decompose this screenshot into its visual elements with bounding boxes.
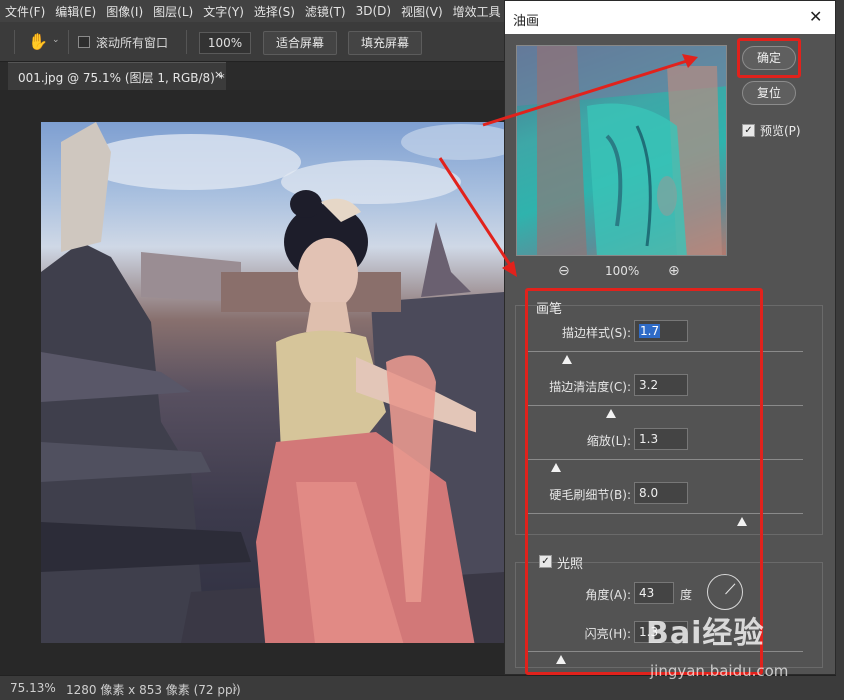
arrow-to-ok-line	[482, 58, 691, 127]
watermark-url: jingyan.baidu.com	[650, 662, 789, 680]
arrow-to-settings-line	[438, 157, 514, 269]
annotation-arrows	[438, 54, 698, 277]
watermark-logo: Bai经验	[646, 616, 765, 651]
